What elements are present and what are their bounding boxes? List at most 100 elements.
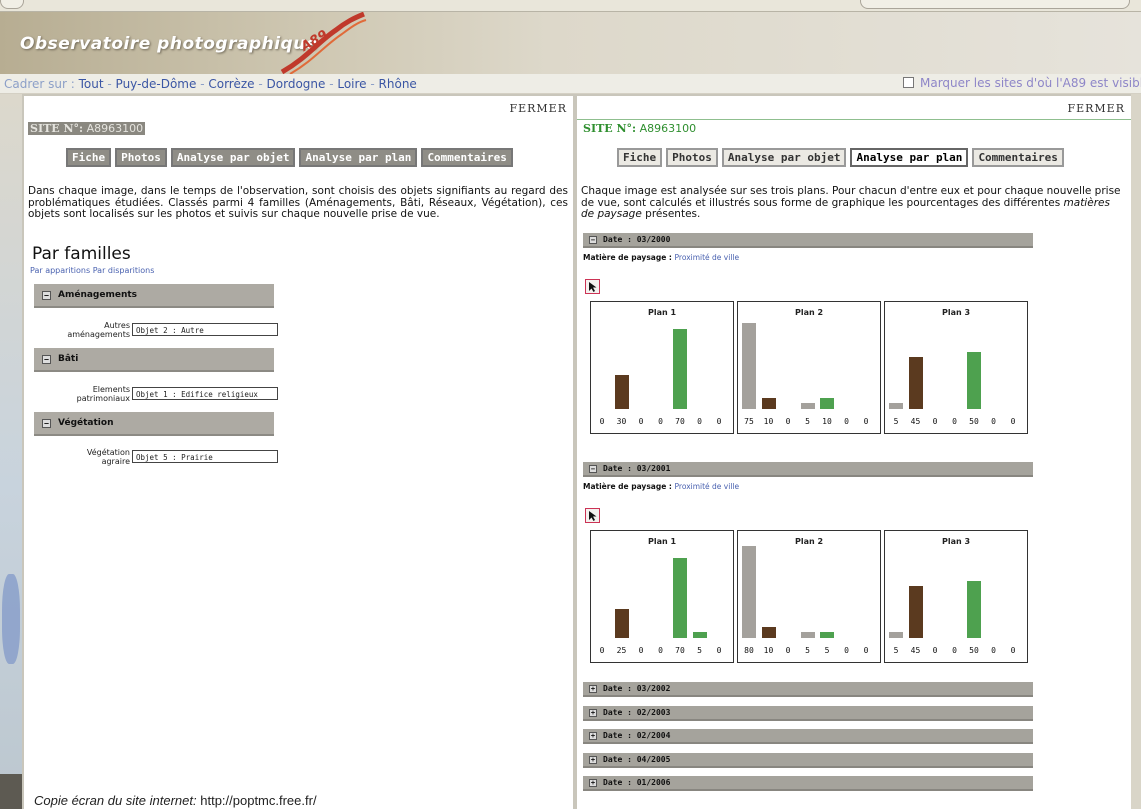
- date-label: Date : 02/2003: [603, 707, 671, 717]
- tab-commentaires[interactable]: Commentaires: [972, 148, 1064, 167]
- visibility-checkbox[interactable]: Marquer les sites d'où l'A89 est visible: [903, 76, 1141, 90]
- tab-photos[interactable]: Photos: [666, 148, 718, 167]
- collapse-icon[interactable]: −: [42, 291, 51, 300]
- tab-analyse-par-plan[interactable]: Analyse par plan: [299, 148, 418, 167]
- cursor-tool-button[interactable]: [585, 279, 600, 294]
- collapse-icon[interactable]: −: [42, 419, 51, 428]
- bar: [800, 403, 815, 409]
- site-number: SITE N°: A8963100: [28, 122, 146, 135]
- date-header[interactable]: + Date : 02/2004: [583, 729, 1033, 744]
- tick-label: 0: [638, 417, 644, 426]
- nav-link[interactable]: Rhône: [379, 77, 417, 91]
- nav-separator: -: [254, 77, 267, 91]
- tab-bar: Fiche Photos Analyse par objet Analyse par …: [617, 148, 1064, 167]
- bar: [742, 546, 756, 638]
- expand-icon[interactable]: +: [589, 755, 597, 764]
- nav-link[interactable]: Dordogne: [267, 77, 326, 91]
- nav-separator: -: [325, 77, 338, 91]
- app-title: Observatoire photographique: [20, 34, 318, 54]
- tab-analyse-par-plan[interactable]: Analyse par plan: [850, 148, 969, 167]
- filter-links: Par apparitions Par disparitions: [30, 266, 154, 275]
- expand-icon[interactable]: +: [589, 779, 597, 787]
- expand-icon[interactable]: −: [589, 465, 597, 473]
- tick-label: 0: [785, 646, 791, 655]
- plan-analysis-panel: FERMER SITE N°: A8963100 Fiche Photos Anal…: [577, 96, 1131, 809]
- tab-commentaires[interactable]: Commentaires: [421, 148, 513, 167]
- chart-title: Plan 2: [794, 308, 824, 317]
- caption-url: http://poptmc.free.fr/: [200, 793, 317, 808]
- collapse-icon[interactable]: −: [42, 355, 51, 364]
- object-field[interactable]: Objet 5 : Prairie: [132, 450, 278, 463]
- nav-link[interactable]: Tout: [79, 77, 104, 91]
- plan-chart: Plan 1 0 25 0 0 70 5 0: [590, 530, 734, 663]
- family-header-vegetation[interactable]: − Végétation: [34, 412, 274, 436]
- expand-icon[interactable]: −: [589, 236, 597, 244]
- browser-control: [860, 0, 1130, 9]
- close-button[interactable]: FERMER: [1067, 102, 1125, 115]
- cursor-icon: [589, 282, 597, 292]
- family-header-amenagements[interactable]: − Aménagements: [34, 284, 274, 308]
- expand-icon[interactable]: +: [589, 708, 597, 717]
- checkbox-label: Marquer les sites d'où l'A89 est visible: [920, 76, 1141, 90]
- tick-label: 5: [893, 417, 899, 426]
- nav-separator: -: [366, 77, 379, 91]
- bar: [692, 632, 707, 638]
- tick-label: 0: [716, 417, 722, 426]
- bar: [820, 397, 834, 409]
- map-dark-area: [0, 774, 22, 809]
- screenshot: Observatoire photographique A89 Cadrer s…: [0, 0, 1141, 809]
- bar: [820, 632, 834, 638]
- cursor-tool-button[interactable]: [585, 508, 600, 523]
- link-apparitions[interactable]: Par apparitions: [30, 266, 90, 275]
- expand-icon[interactable]: +: [589, 732, 597, 740]
- bar: [908, 357, 923, 409]
- date-header[interactable]: + Date : 02/2003: [583, 705, 1033, 721]
- expand-icon[interactable]: +: [589, 685, 597, 693]
- object-field[interactable]: Objet 1 : Edifice religieux: [132, 387, 278, 400]
- family-name: Végétation: [58, 418, 114, 428]
- bar: [761, 397, 776, 409]
- region-links: Cadrer sur : Tout - Puy-de-Dôme - Corrèz…: [4, 77, 417, 91]
- link-disparitions[interactable]: Par disparitions: [93, 266, 155, 275]
- date-header[interactable]: − Date : 03/2000: [583, 233, 1033, 248]
- nav-link[interactable]: Loire: [337, 77, 366, 91]
- date-header[interactable]: − Date : 03/2001: [583, 462, 1033, 477]
- tick-label: 45: [910, 417, 921, 426]
- object-row: Végétation agraire Objet 5 : Prairie: [34, 448, 278, 470]
- tab-analyse-par-objet[interactable]: Analyse par objet: [721, 148, 847, 167]
- tab-analyse-par-objet[interactable]: Analyse par objet: [170, 148, 296, 167]
- tab-photos[interactable]: Photos: [115, 148, 167, 167]
- nav-link[interactable]: Puy-de-Dôme: [116, 77, 197, 91]
- tick-label: 0: [844, 646, 849, 655]
- nav-link[interactable]: Corrèze: [208, 77, 254, 91]
- date-label: Date : 02/2004: [603, 731, 671, 740]
- map-left-edge[interactable]: [0, 94, 22, 809]
- bar: [614, 374, 629, 409]
- object-row: Elements patrimoniaux Objet 1 : Edifice re…: [34, 385, 278, 407]
- date-header[interactable]: + Date : 04/2005: [583, 752, 1033, 768]
- tick-label: 5: [824, 646, 830, 655]
- map-right-edge[interactable]: [1131, 94, 1141, 809]
- date-header[interactable]: + Date : 03/2002: [583, 682, 1033, 697]
- matiere-value[interactable]: Proximité de ville: [675, 482, 740, 491]
- site-label: SITE N°:: [30, 122, 84, 135]
- family-name: Aménagements: [58, 290, 138, 300]
- object-category: Autres aménagements: [67, 321, 130, 339]
- checkbox-icon[interactable]: [903, 77, 914, 88]
- tab-fiche[interactable]: Fiche: [617, 148, 663, 167]
- browser-control: [0, 0, 24, 9]
- tick-label: 0: [599, 646, 605, 655]
- close-button[interactable]: FERMER: [509, 102, 567, 115]
- tab-fiche[interactable]: Fiche: [66, 148, 112, 167]
- date-header[interactable]: + Date : 01/2006: [583, 776, 1033, 791]
- matiere-value[interactable]: Proximité de ville: [675, 253, 740, 262]
- object-field[interactable]: Objet 2 : Autre: [132, 323, 278, 336]
- plan-chart: Plan 3 5 45 0 0 50 0 0: [884, 530, 1028, 663]
- bar: [673, 557, 687, 638]
- tick-label: 0: [1010, 417, 1016, 426]
- nav-prefix: Cadrer sur :: [4, 77, 79, 91]
- tick-label: 50: [969, 646, 979, 655]
- tick-label: 30: [616, 417, 627, 426]
- date-label: Date : 04/2005: [603, 754, 671, 764]
- family-header-bati[interactable]: − Bâti: [34, 348, 274, 372]
